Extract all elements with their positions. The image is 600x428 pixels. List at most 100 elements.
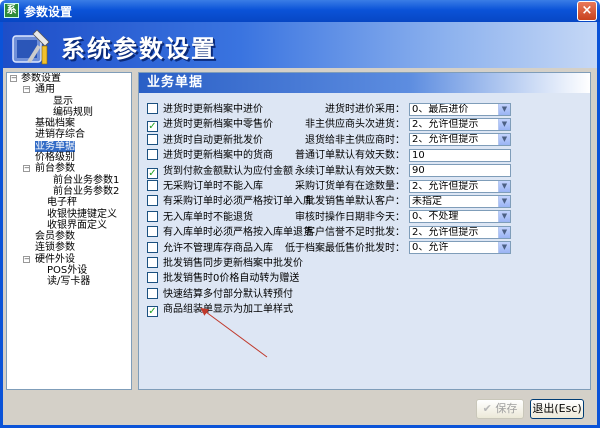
- setting-checkbox[interactable]: 进货时自动更新批发价: [147, 133, 263, 147]
- checkbox-box[interactable]: [147, 241, 158, 253]
- tree-node-label: 电子秤: [47, 197, 77, 209]
- field-label: 永续订单默认有效天数：: [295, 165, 405, 177]
- tree-node-label: 连锁参数: [35, 242, 75, 254]
- setting-checkbox-label: 批发销售同步更新档案中批发价: [163, 258, 303, 269]
- chevron-down-icon[interactable]: ▼: [498, 180, 510, 192]
- save-icon: ✔: [482, 402, 492, 415]
- tree-node[interactable]: POS外设: [7, 265, 131, 276]
- checkbox-box[interactable]: [147, 272, 158, 284]
- checkbox-box[interactable]: [147, 133, 158, 145]
- chevron-down-icon[interactable]: ▼: [498, 242, 510, 254]
- setting-checkbox[interactable]: 进货时更新档案中的货商: [147, 149, 273, 162]
- checkmark-icon[interactable]: ✓: [147, 121, 158, 133]
- checkmark-icon[interactable]: ✓: [147, 306, 158, 318]
- tree-node[interactable]: − 硬件外设: [7, 254, 131, 265]
- field-select[interactable]: 2、允许但提示 ▼: [409, 117, 511, 131]
- checkbox-box[interactable]: [147, 180, 158, 191]
- tree-node-label: 基础档案: [35, 118, 75, 130]
- setting-checkbox[interactable]: 批发销售时0价格自动转为赠送: [147, 272, 299, 285]
- tree-node-label: 读/写卡器: [47, 276, 91, 288]
- panel-body: 进货时更新档案中进价 ✓ 进货时更新档案中零售价 进货时自动更新批发价 进货时更新档案中…: [139, 93, 590, 389]
- chevron-down-icon[interactable]: ▼: [498, 226, 510, 238]
- settings-tree[interactable]: − 参数设置 − 通用 显示 编码规则 基础档案 进销存综合 业务单据 价格级别 − 前台参数 前台业务…: [6, 72, 132, 390]
- setting-checkbox[interactable]: 无采购订单时不能入库: [147, 180, 263, 193]
- field-select[interactable]: 2、允许但提示 ▼: [409, 225, 511, 239]
- tree-node[interactable]: − 通用: [7, 84, 131, 95]
- settings-panel: 业务单据 进货时更新档案中进价 ✓ 进货时更新档案中零售价 进货时自动更新批发价 进货时…: [138, 72, 591, 390]
- chevron-down-icon[interactable]: ▼: [498, 118, 510, 130]
- chevron-down-icon[interactable]: ▼: [498, 134, 510, 146]
- field-select[interactable]: 2、允许但提示 ▼: [409, 179, 511, 193]
- tree-node-label: 硬件外设: [35, 253, 75, 265]
- field-select[interactable]: 0、不处理 ▼: [409, 210, 511, 224]
- tree-expander-icon[interactable]: −: [23, 255, 30, 263]
- tree-node[interactable]: 会员参数: [7, 231, 131, 242]
- tree-node[interactable]: 基础档案: [7, 118, 131, 129]
- setting-checkbox[interactable]: ✓ 商品组装单显示为加工单样式: [147, 303, 293, 318]
- tree-node[interactable]: 进销存综合: [7, 129, 131, 140]
- tree-node[interactable]: 前台业务参数1: [7, 175, 131, 186]
- tree-node-label: 显示: [53, 95, 73, 107]
- field-select[interactable]: 0、允许 ▼: [409, 241, 511, 255]
- tree-node-label: 业务单据: [35, 140, 75, 152]
- setting-checkbox[interactable]: ✓ 货到付款金额默认为应付金额: [147, 165, 293, 179]
- chevron-down-icon[interactable]: ▼: [498, 195, 510, 207]
- setting-checkbox[interactable]: 快速结算多付部分默认转预付: [147, 287, 293, 301]
- tree-node[interactable]: 读/写卡器: [7, 276, 131, 287]
- checkbox-box[interactable]: [147, 195, 158, 207]
- window-title-bar[interactable]: 系 参数设置 ×: [0, 0, 600, 22]
- exit-button[interactable]: 退出(Esc): [530, 399, 584, 419]
- tree-node[interactable]: 业务单据: [7, 140, 131, 152]
- field-label: 进货时进价采用：: [325, 104, 405, 115]
- tree-node[interactable]: 收银快捷键定义: [7, 209, 131, 220]
- setting-checkbox[interactable]: 进货时更新档案中进价: [147, 103, 263, 116]
- tree-node[interactable]: − 前台参数: [7, 163, 131, 174]
- chevron-down-icon[interactable]: ▼: [498, 103, 510, 115]
- field-select[interactable]: 0、最后进价 ▼: [409, 102, 511, 116]
- tree-node[interactable]: 编码规则: [7, 107, 131, 118]
- tree-expander-icon[interactable]: −: [23, 86, 30, 94]
- setting-checkbox-label: 批发销售时0价格自动转为赠送: [163, 273, 300, 285]
- chevron-down-icon[interactable]: ▼: [498, 211, 510, 223]
- field-value: 2、允许但提示: [412, 118, 479, 130]
- setting-checkbox[interactable]: 允许不管理库存商品入库: [147, 241, 273, 255]
- field-input[interactable]: 90: [409, 164, 511, 178]
- tree-node-label: 编码规则: [53, 106, 93, 118]
- checkbox-box[interactable]: [147, 226, 158, 238]
- checkbox-box[interactable]: [147, 149, 158, 161]
- setting-checkbox[interactable]: 批发销售同步更新档案中批发价: [147, 257, 303, 270]
- tree-node-label: 前台参数: [35, 163, 75, 175]
- checkbox-box[interactable]: [147, 257, 158, 268]
- setting-checkbox-label: 进货时更新档案中零售价: [163, 119, 273, 131]
- tree-expander-icon[interactable]: −: [23, 165, 30, 173]
- tree-node-label: POS外设: [47, 265, 88, 277]
- tree-node[interactable]: 显示: [7, 96, 131, 107]
- tree-expander-icon[interactable]: −: [10, 75, 17, 82]
- field-value: 2、允许但提示: [412, 180, 479, 192]
- tree-node[interactable]: 连锁参数: [7, 242, 131, 253]
- tree-node[interactable]: 收银界面定义: [7, 220, 131, 231]
- save-button-label: 保存: [495, 402, 518, 415]
- checkbox-box[interactable]: [147, 287, 158, 299]
- panel-header: 业务单据: [139, 73, 590, 93]
- window-close-button[interactable]: ×: [577, 1, 597, 21]
- tree-node[interactable]: 价格级别: [7, 152, 131, 163]
- tree-node[interactable]: 前台业务参数2: [7, 186, 131, 197]
- tree-node[interactable]: 电子秤: [7, 197, 131, 208]
- setting-checkbox-label: 货到付款金额默认为应付金额: [163, 165, 293, 177]
- field-input[interactable]: 10: [409, 148, 511, 162]
- app-icon: 系: [4, 3, 19, 18]
- checkbox-box[interactable]: [147, 210, 158, 222]
- setting-checkbox[interactable]: 无入库单时不能退货: [147, 210, 253, 224]
- tree-node[interactable]: − 参数设置: [7, 73, 131, 84]
- setting-checkbox-label: 无采购订单时不能入库: [163, 181, 263, 192]
- field-label: 审核时操作日期非今天：: [295, 211, 405, 223]
- tree-node-label: 前台业务参数2: [53, 185, 120, 197]
- checkmark-icon[interactable]: ✓: [147, 167, 158, 179]
- field-select[interactable]: 2、允许但提示 ▼: [409, 133, 511, 147]
- tree-node-label: 价格级别: [35, 152, 75, 164]
- save-button[interactable]: ✔ 保存: [476, 399, 524, 419]
- field-select[interactable]: 未指定 ▼: [409, 194, 511, 208]
- checkbox-box[interactable]: [147, 103, 158, 114]
- setting-checkbox[interactable]: ✓ 进货时更新档案中零售价: [147, 118, 273, 133]
